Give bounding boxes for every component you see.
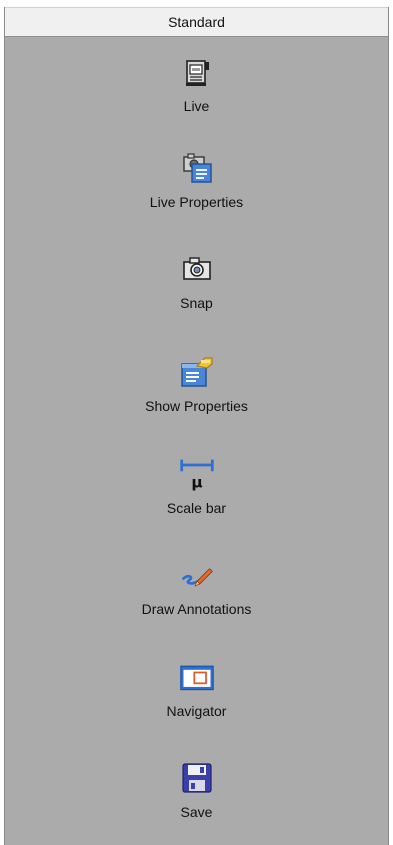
show-properties-label: Show Properties	[145, 398, 248, 414]
snap-button[interactable]: Snap	[5, 251, 388, 311]
draw-annotations-button[interactable]: Draw Annotations	[5, 557, 388, 617]
video-camera-icon	[179, 54, 215, 90]
floppy-disk-icon	[179, 760, 215, 796]
snap-label: Snap	[180, 295, 213, 311]
navigator-window-icon	[179, 659, 215, 695]
pencil-draw-icon	[179, 557, 215, 593]
save-button[interactable]: Save	[5, 760, 388, 820]
standard-toolbar-panel: Standard Live Live Properties Snap Show …	[4, 7, 389, 845]
show-properties-button[interactable]: Show Properties	[5, 354, 388, 414]
live-button[interactable]: Live	[5, 54, 388, 114]
scale-bar-icon: μ	[179, 456, 215, 492]
panel-title: Standard	[168, 14, 225, 30]
camera-properties-icon	[179, 150, 215, 186]
properties-pointer-icon	[179, 354, 215, 390]
draw-annotations-label: Draw Annotations	[141, 601, 252, 617]
panel-header: Standard	[5, 7, 388, 37]
scale-bar-button[interactable]: μ Scale bar	[5, 456, 388, 516]
navigator-button[interactable]: Navigator	[5, 659, 388, 719]
navigator-label: Navigator	[166, 703, 227, 719]
svg-text:μ: μ	[191, 474, 202, 492]
live-properties-button[interactable]: Live Properties	[5, 150, 388, 210]
live-properties-label: Live Properties	[149, 194, 244, 210]
scale-bar-label: Scale bar	[166, 500, 227, 516]
live-label: Live	[183, 98, 210, 114]
camera-icon	[179, 251, 215, 287]
save-label: Save	[180, 804, 213, 820]
